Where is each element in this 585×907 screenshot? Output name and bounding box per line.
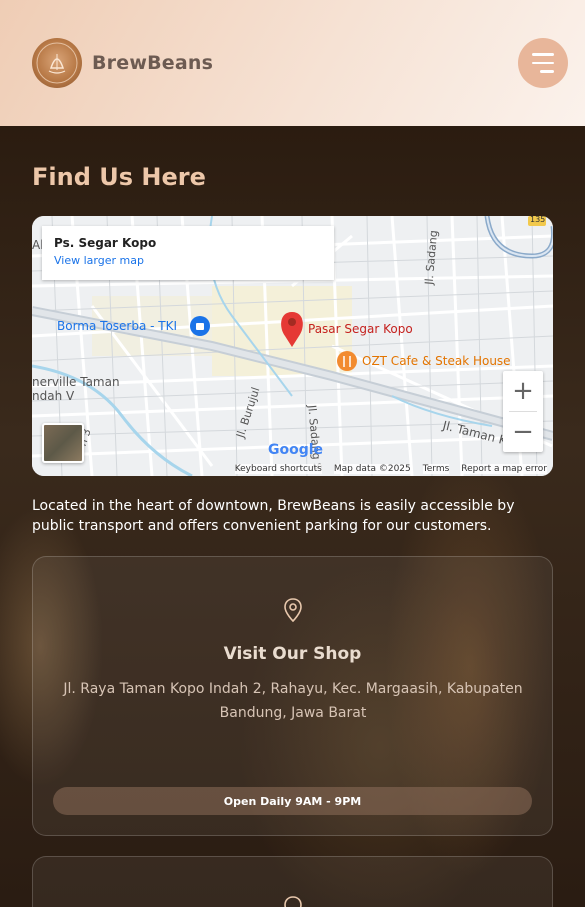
- map-poi-ozt[interactable]: OZT Cafe & Steak House: [362, 354, 511, 368]
- map-label: ndah V: [32, 389, 75, 403]
- section-title: Find Us Here: [32, 163, 206, 191]
- second-info-card: [32, 856, 553, 907]
- visit-shop-card: Visit Our Shop Jl. Raya Taman Kopo Indah…: [32, 556, 553, 836]
- map-poi-borma[interactable]: Borma Toserba - TKI: [57, 319, 177, 333]
- map-data-text: Map data ©2025: [333, 464, 411, 474]
- map-footer: Keyboard shortcuts Map data ©2025 Terms …: [32, 462, 553, 476]
- map-zoom-controls: + −: [503, 371, 543, 452]
- brand-name[interactable]: BrewBeans: [92, 52, 213, 74]
- location-pin-icon: [284, 896, 302, 907]
- keyboard-shortcuts-link[interactable]: Keyboard shortcuts: [234, 464, 322, 474]
- map-route-badge: 135: [530, 216, 546, 224]
- brand[interactable]: BrewBeans: [32, 38, 213, 88]
- site-header: BrewBeans: [0, 0, 585, 126]
- menu-line: [532, 61, 554, 65]
- hamburger-menu-button[interactable]: [518, 38, 568, 88]
- view-larger-map-link[interactable]: View larger map: [54, 254, 322, 267]
- satellite-toggle-button[interactable]: [42, 423, 84, 463]
- google-logo: Google: [268, 442, 324, 458]
- map-place-name: Ps. Segar Kopo: [54, 236, 157, 250]
- zoom-in-button[interactable]: +: [503, 371, 543, 411]
- coffee-logo-icon[interactable]: [32, 38, 82, 88]
- report-map-error-link[interactable]: Report a map error: [461, 464, 547, 474]
- opening-hours-badge: Open Daily 9AM - 9PM: [53, 787, 532, 815]
- map-place-card: Ps. Segar Kopo View larger map: [42, 226, 334, 280]
- menu-line: [532, 53, 554, 56]
- section-description: Located in the heart of downtown, BrewBe…: [32, 498, 515, 534]
- menu-line: [540, 70, 554, 73]
- zoom-out-button[interactable]: −: [503, 412, 543, 452]
- map-poi-pasar[interactable]: Pasar Segar Kopo: [308, 322, 413, 336]
- location-pin-icon: [284, 598, 302, 623]
- terms-link[interactable]: Terms: [422, 464, 450, 474]
- card-title: Visit Our Shop: [223, 644, 362, 664]
- map-label: nerville Taman: [32, 375, 120, 389]
- google-map[interactable]: Al Borma Toserba - TKI Pasar Segar Kopo …: [32, 216, 553, 476]
- shop-address: Jl. Raya Taman Kopo Indah 2, Rahayu, Kec…: [63, 681, 523, 721]
